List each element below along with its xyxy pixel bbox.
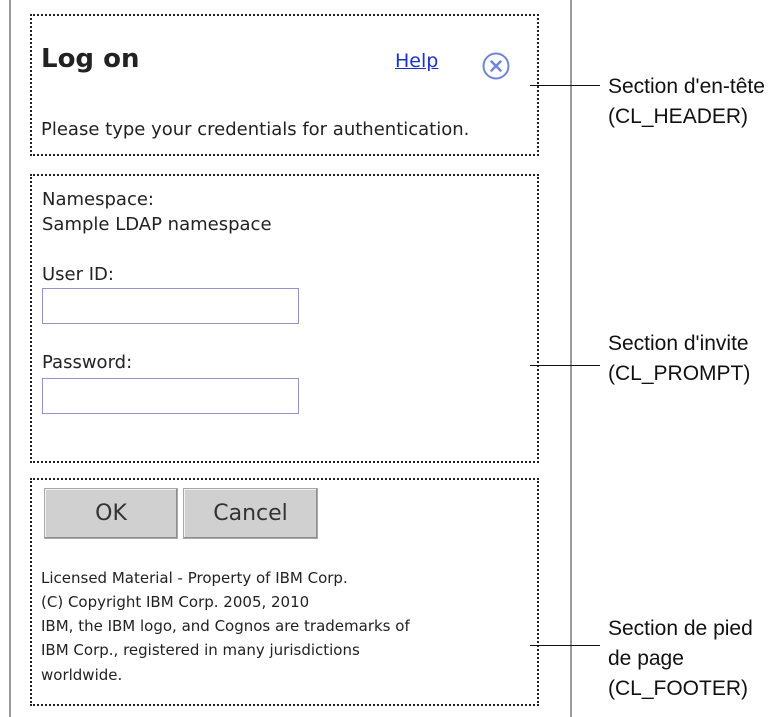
copyright-line: Licensed Material - Property of IBM Corp…: [41, 569, 348, 587]
copyright-line: worldwide.: [41, 666, 123, 684]
dialog-title: Log on: [41, 44, 140, 74]
ok-button[interactable]: OK: [44, 488, 178, 539]
close-icon[interactable]: [481, 51, 511, 81]
password-label: Password:: [42, 352, 133, 373]
prompt-callout-text: Section d'invite: [608, 332, 749, 355]
prompt-callout-line: [530, 365, 600, 366]
footer-callout-code: (CL_FOOTER): [608, 677, 749, 700]
footer-callout-line: [530, 645, 600, 646]
prompt-callout-code: (CL_PROMPT): [608, 362, 751, 385]
footer-callout-text-2: de page: [608, 647, 684, 670]
namespace-value: Sample LDAP namespace: [42, 214, 272, 235]
header-callout-line: [530, 85, 600, 86]
user-id-input[interactable]: [42, 288, 299, 324]
namespace-label: Namespace:: [42, 189, 154, 210]
footer-callout-label: Section de pied de page (CL_FOOTER): [608, 614, 753, 704]
header-callout-code: (CL_HEADER): [608, 105, 749, 128]
copyright-line: IBM Corp., registered in many jurisdicti…: [41, 641, 360, 659]
header-callout-text: Section d'en-tête: [608, 75, 765, 98]
prompt-callout-label: Section d'invite (CL_PROMPT): [608, 329, 750, 389]
auth-instructions: Please type your credentials for authent…: [41, 119, 470, 140]
header-callout-label: Section d'en-tête (CL_HEADER): [608, 72, 765, 132]
password-input[interactable]: [42, 378, 299, 414]
help-link[interactable]: Help: [395, 50, 438, 72]
user-id-label: User ID:: [42, 264, 114, 285]
cancel-button[interactable]: Cancel: [183, 488, 318, 539]
copyright-line: IBM, the IBM logo, and Cognos are tradem…: [41, 617, 410, 635]
copyright-line: (C) Copyright IBM Corp. 2005, 2010: [41, 593, 310, 611]
footer-callout-text: Section de pied: [608, 617, 753, 640]
diagram-canvas: Log on Help Please type your credentials…: [0, 0, 778, 717]
